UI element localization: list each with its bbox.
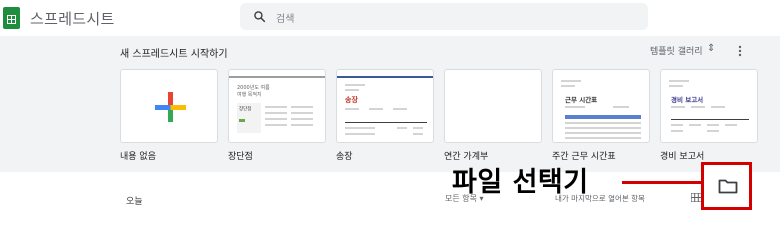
thumb-header-row (565, 115, 641, 119)
thumb-line (669, 85, 683, 87)
thumb-line (291, 112, 313, 114)
thumb-line (671, 124, 683, 126)
search-placeholder: 검색 (276, 14, 295, 25)
thumb-divider (345, 122, 427, 123)
thumb-line (565, 122, 641, 124)
thumb-line (345, 89, 359, 91)
thumb-line (345, 133, 375, 135)
thumb-line (291, 106, 313, 108)
thumb-line (265, 106, 287, 108)
search-icon[interactable] (253, 10, 266, 23)
thumb-line (369, 108, 383, 110)
thumb-line (413, 133, 423, 135)
template-annual-budget[interactable] (444, 69, 542, 143)
thumb-line (671, 130, 683, 132)
search-input[interactable]: 검색 (240, 3, 648, 30)
template-expense-report[interactable]: 경비 보고서 (660, 69, 758, 143)
thumb-line (291, 118, 313, 120)
thumb-line (565, 106, 585, 108)
thumb-title: 근무 시간표 (565, 96, 598, 104)
thumb-line (565, 137, 641, 139)
thumb-line (565, 127, 641, 129)
thumb-line (711, 106, 725, 108)
file-picker-button[interactable] (701, 162, 752, 210)
expand-toggle-icon[interactable]: ⇕ (707, 43, 715, 54)
top-bar: 스프레드시트 검색 (0, 0, 780, 36)
thumb-line (561, 80, 581, 82)
folder-icon[interactable] (718, 178, 738, 194)
thumb-line (345, 84, 365, 86)
header-band (229, 76, 325, 78)
template-label[interactable]: 장단점 (228, 149, 253, 162)
thumb-sidebar: 장단점 (237, 103, 261, 133)
thumb-line (707, 130, 719, 132)
template-label[interactable]: 내용 없음 (120, 149, 156, 162)
annotation-pointer-line (622, 181, 702, 184)
template-gallery-button[interactable]: 템플릿 갤러리 (650, 44, 703, 57)
thumb-line (669, 80, 689, 82)
thumb-marker (239, 119, 245, 122)
thumb-line (397, 127, 407, 129)
template-pros-cons[interactable]: 2000년도 여름 여행 목적지 장단점 (228, 69, 326, 143)
thumb-line (725, 124, 737, 126)
thumb-line (689, 124, 701, 126)
thumb-divider (671, 119, 749, 120)
thumb-line (345, 127, 375, 129)
thumb-line (707, 124, 719, 126)
thumb-line (561, 85, 575, 87)
template-label[interactable]: 송장 (336, 149, 353, 162)
sheets-logo-icon[interactable] (3, 7, 20, 29)
thumb-line (565, 132, 641, 134)
template-label[interactable]: 경비 보고서 (660, 149, 704, 162)
thumb-line (413, 127, 423, 129)
thumb-title: 송장 (345, 96, 358, 104)
thumb-line (265, 112, 287, 114)
thumb-title: 경비 보고서 (671, 96, 704, 104)
thumb-line (345, 108, 359, 110)
template-invoice[interactable]: 송장 (336, 69, 434, 143)
template-blank[interactable] (120, 69, 218, 143)
plus-icon-bar (155, 105, 186, 110)
thumb-sidebar-label: 장단점 (239, 107, 252, 112)
thumb-line (613, 106, 629, 108)
template-weekly-timesheet[interactable]: 근무 시간표 (552, 69, 650, 143)
header-band (337, 76, 433, 78)
thumb-line (393, 108, 407, 110)
today-section-label: 오늘 (126, 197, 143, 207)
template-gallery: 새 스프레드시트 시작하기 템플릿 갤러리 ⇕ 내용 없음 2000년도 여름 … (0, 36, 780, 172)
thumb-line (265, 124, 287, 126)
more-options-icon[interactable] (734, 44, 746, 58)
annotation-text: 파일 선택기 (452, 167, 589, 198)
thumb-line (291, 124, 313, 126)
thumb-line (671, 106, 685, 108)
thumb-title: 2000년도 여름 (237, 85, 270, 91)
section-title: 새 스프레드시트 시작하기 (120, 49, 228, 60)
thumb-line (691, 106, 705, 108)
thumb-subtitle: 여행 목적지 (237, 92, 262, 98)
app-title[interactable]: 스프레드시트 (30, 8, 115, 29)
thumb-line (265, 118, 287, 120)
